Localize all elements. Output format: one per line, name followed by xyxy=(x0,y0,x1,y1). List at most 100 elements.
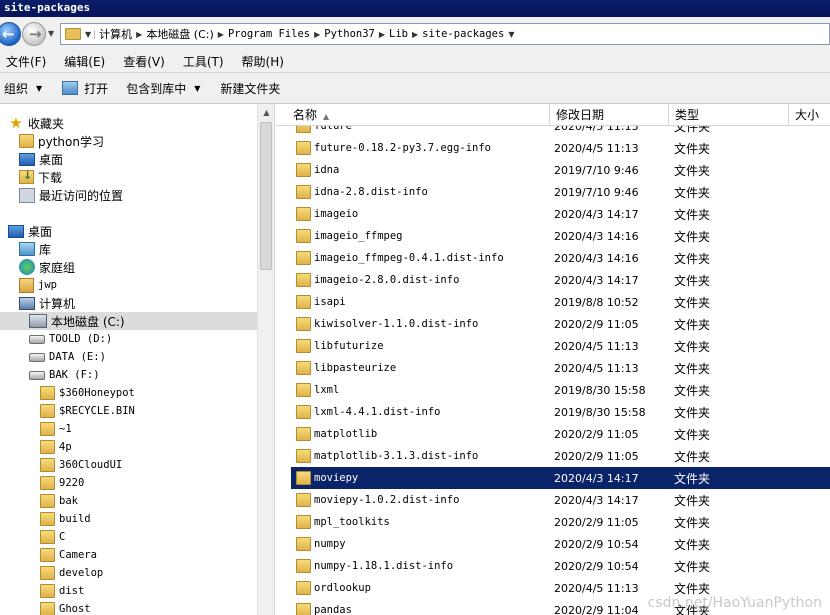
nav-item-recent-places[interactable]: 最近访问的位置 xyxy=(19,186,123,204)
nav-favorites[interactable]: ★ 收藏夹 xyxy=(8,114,64,132)
scrollbar-thumb[interactable] xyxy=(260,122,272,270)
file-row[interactable]: libpasteurize 2020/4/5 11:13 文件夹 xyxy=(291,357,830,379)
folder-icon xyxy=(296,405,311,419)
include-in-library-button[interactable]: 包含到库中 ▼ xyxy=(126,80,200,97)
folder-icon xyxy=(296,581,311,595)
nav-folder[interactable]: Camera xyxy=(40,546,97,564)
file-name: lxml xyxy=(314,384,340,396)
nav-folder[interactable]: C xyxy=(40,528,65,546)
nav-scrollbar[interactable]: ▲ xyxy=(257,104,274,615)
nav-folder[interactable]: $360Honeypot xyxy=(40,384,135,402)
organize-button[interactable]: 组织 ▼ xyxy=(4,80,42,97)
folder-icon xyxy=(296,515,311,529)
folder-icon xyxy=(296,449,311,463)
file-name: imageio_ffmpeg xyxy=(314,230,403,242)
breadcrumb-item[interactable]: 本地磁盘 (C:) ▶ xyxy=(146,26,228,42)
file-row[interactable]: numpy 2020/2/9 10:54 文件夹 xyxy=(291,533,830,555)
nav-libraries[interactable]: 库 xyxy=(19,240,51,258)
menu-tools[interactable]: 工具(T) xyxy=(183,53,224,70)
breadcrumb-item[interactable]: Lib ▶ xyxy=(389,28,422,40)
nav-drive-f[interactable]: BAK (F:) xyxy=(29,366,100,384)
nav-item-downloads[interactable]: 下载 xyxy=(19,168,62,186)
nav-user[interactable]: jwp xyxy=(19,276,57,294)
file-row[interactable]: kiwisolver-1.1.0.dist-info 2020/2/9 11:05… xyxy=(291,313,830,335)
file-row[interactable]: moviepy 2020/4/3 14:17 文件夹 xyxy=(291,467,830,489)
column-type-header[interactable]: 类型 xyxy=(669,104,789,126)
download-icon xyxy=(19,169,34,184)
file-row[interactable]: idna 2019/7/10 9:46 文件夹 xyxy=(291,159,830,181)
file-date: 2020/4/5 11:13 xyxy=(554,581,639,595)
file-row[interactable]: libfuturize 2020/4/5 11:13 文件夹 xyxy=(291,335,830,357)
nav-drive-c[interactable]: 本地磁盘 (C:) xyxy=(0,312,257,330)
file-row[interactable]: mpl_toolkits 2020/2/9 11:05 文件夹 xyxy=(291,511,830,533)
nav-folder[interactable]: 4p xyxy=(40,438,72,456)
nav-item-desktop[interactable]: 桌面 xyxy=(19,150,63,168)
file-name: idna xyxy=(314,164,340,176)
breadcrumb-separator-icon[interactable]: ▶ xyxy=(218,30,224,39)
nav-item-python-study[interactable]: python学习 xyxy=(19,132,104,150)
nav-drive-e[interactable]: DATA (E:) xyxy=(29,348,106,366)
chevron-down-icon[interactable]: ▼ xyxy=(85,29,96,39)
breadcrumb-item[interactable]: Program Files ▶ xyxy=(228,28,324,40)
nav-folder[interactable]: ~1 xyxy=(40,420,72,438)
menu-file[interactable]: 文件(F) xyxy=(6,53,46,70)
breadcrumb-separator-icon[interactable]: ▶ xyxy=(136,30,142,39)
menu-edit[interactable]: 编辑(E) xyxy=(64,53,105,70)
file-row[interactable]: matplotlib 2020/2/9 11:05 文件夹 xyxy=(291,423,830,445)
folder-icon xyxy=(296,559,311,573)
menu-view[interactable]: 查看(V) xyxy=(123,53,165,70)
nav-homegroup[interactable]: 家庭组 xyxy=(19,258,75,276)
file-row[interactable]: moviepy-1.0.2.dist-info 2020/4/3 14:17 文件夹 xyxy=(291,489,830,511)
back-button[interactable]: ← xyxy=(0,22,21,46)
new-folder-button[interactable]: 新建文件夹 xyxy=(220,80,280,97)
file-row[interactable]: imageio 2020/4/3 14:17 文件夹 xyxy=(291,203,830,225)
nav-folder[interactable]: Ghost xyxy=(40,600,91,615)
file-type: 文件夹 xyxy=(674,449,711,464)
file-row[interactable]: lxml-4.4.1.dist-info 2019/8/30 15:58 文件夹 xyxy=(291,401,830,423)
file-row[interactable]: imageio-2.8.0.dist-info 2020/4/3 14:17 文件夹 xyxy=(291,269,830,291)
file-name: imageio xyxy=(314,208,359,220)
file-date: 2020/2/9 11:05 xyxy=(554,427,639,441)
menu-help[interactable]: 帮助(H) xyxy=(242,53,284,70)
file-row[interactable]: numpy-1.18.1.dist-info 2020/2/9 10:54 文件夹 xyxy=(291,555,830,577)
column-date-header[interactable]: 修改日期 xyxy=(550,104,669,126)
file-row[interactable]: matplotlib-3.1.3.dist-info 2020/2/9 11:05… xyxy=(291,445,830,467)
nav-folder[interactable]: build xyxy=(40,510,91,528)
file-row[interactable]: imageio_ffmpeg-0.4.1.dist-info 2020/4/3 1… xyxy=(291,247,830,269)
forward-button[interactable]: → xyxy=(22,22,46,46)
file-row[interactable]: imageio_ffmpeg 2020/4/3 14:16 文件夹 xyxy=(291,225,830,247)
breadcrumb-item[interactable]: site-packages ▼ xyxy=(422,28,518,40)
file-type: 文件夹 xyxy=(674,273,711,288)
nav-folder[interactable]: 360CloudUI xyxy=(40,456,122,474)
nav-drive-d[interactable]: TOOLD (D:) xyxy=(29,330,112,348)
breadcrumb-separator-icon[interactable]: ▶ xyxy=(314,30,320,39)
desktop-icon xyxy=(19,152,35,166)
scroll-up-icon[interactable]: ▲ xyxy=(258,104,275,121)
recent-pages-dropdown[interactable]: ▼ xyxy=(48,29,54,38)
file-row[interactable]: isapi 2019/8/8 10:52 文件夹 xyxy=(291,291,830,313)
breadcrumb-separator-icon[interactable]: ▼ xyxy=(508,30,514,39)
nav-desktop-root[interactable]: 桌面 xyxy=(8,222,52,240)
nav-folder[interactable]: $RECYCLE.BIN xyxy=(40,402,135,420)
open-button[interactable]: 打开 xyxy=(62,80,108,97)
column-size-header[interactable]: 大小 xyxy=(789,104,830,126)
address-box[interactable]: ▼ 计算机 ▶ 本地磁盘 (C:) ▶ Program Files ▶ Python3… xyxy=(60,23,830,45)
breadcrumb-item[interactable]: 计算机 ▶ xyxy=(99,26,146,42)
file-name: matplotlib xyxy=(314,428,378,440)
breadcrumb-item[interactable]: Python37 ▶ xyxy=(324,28,389,40)
file-type: 文件夹 xyxy=(674,493,711,508)
file-row[interactable]: idna-2.8.dist-info 2019/7/10 9:46 文件夹 xyxy=(291,181,830,203)
nav-folder[interactable]: bak xyxy=(40,492,78,510)
column-name-header[interactable]: 名称 ▲ xyxy=(287,104,550,126)
nav-folder[interactable]: develop xyxy=(40,564,103,582)
nav-computer[interactable]: 计算机 xyxy=(19,294,75,312)
watermark: csdn.net/HaoYuanPython xyxy=(647,595,822,611)
file-date: 2020/4/3 14:17 xyxy=(554,493,639,507)
folder-icon xyxy=(296,537,311,551)
breadcrumb-separator-icon[interactable]: ▶ xyxy=(379,30,385,39)
breadcrumb-separator-icon[interactable]: ▶ xyxy=(412,30,418,39)
file-row[interactable]: future-0.18.2-py3.7.egg-info 2020/4/5 11:… xyxy=(291,137,830,159)
file-row[interactable]: lxml 2019/8/30 15:58 文件夹 xyxy=(291,379,830,401)
nav-folder[interactable]: 9220 xyxy=(40,474,84,492)
nav-folder[interactable]: dist xyxy=(40,582,84,600)
